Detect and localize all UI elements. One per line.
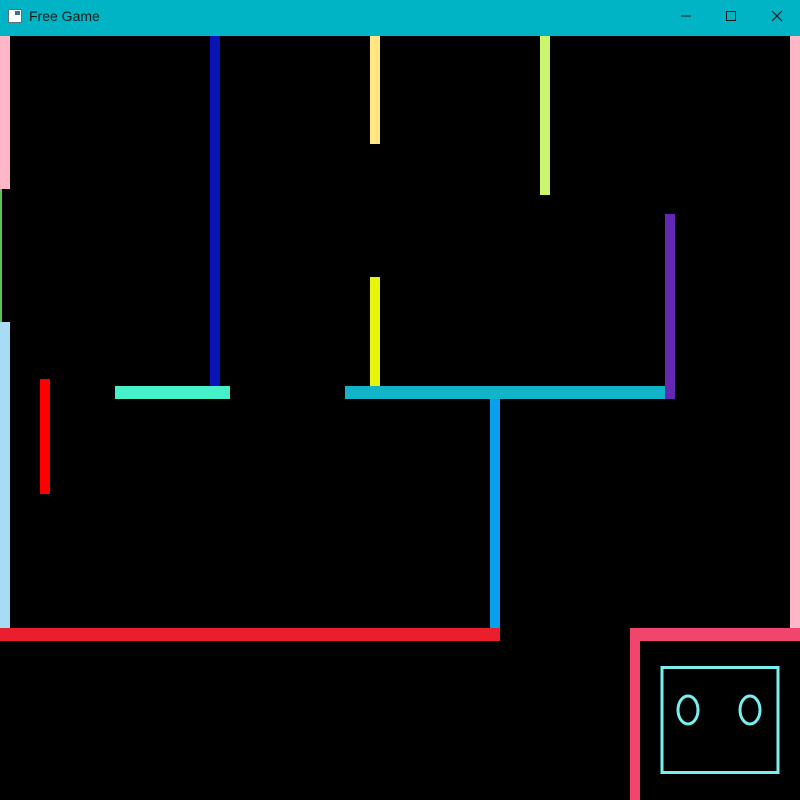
player-character [660, 666, 780, 774]
window-title: Free Game [29, 8, 100, 24]
close-icon [771, 10, 783, 22]
maximize-icon [726, 11, 736, 21]
player-box-left-wall [630, 641, 640, 800]
close-button[interactable] [754, 0, 800, 32]
vertical-wall-yellow-top [370, 36, 380, 144]
vertical-wall-red [40, 379, 50, 494]
vertical-wall-blue [490, 399, 500, 628]
horizontal-wall-aqua [115, 386, 230, 399]
vertical-wall-purple [665, 214, 675, 399]
horizontal-wall-red-floor [0, 628, 500, 641]
minimize-icon [681, 15, 691, 17]
vertical-wall-navy [210, 36, 220, 386]
vertical-wall-yellow-mid [370, 277, 380, 387]
right-wall-pink [790, 36, 800, 628]
game-canvas[interactable] [0, 36, 800, 800]
left-wall-green [0, 189, 2, 322]
horizontal-wall-teal [345, 386, 665, 399]
vertical-wall-lime-top [540, 36, 550, 195]
player-eye-left [676, 694, 700, 726]
maximize-button[interactable] [708, 0, 754, 32]
window-titlebar[interactable]: Free Game [0, 0, 800, 36]
player-box-top-wall [630, 628, 800, 641]
player-eye-right [738, 694, 762, 726]
app-icon [8, 9, 22, 23]
minimize-button[interactable] [663, 0, 709, 32]
left-wall-pink [0, 36, 10, 189]
left-wall-lightblue [0, 322, 10, 628]
